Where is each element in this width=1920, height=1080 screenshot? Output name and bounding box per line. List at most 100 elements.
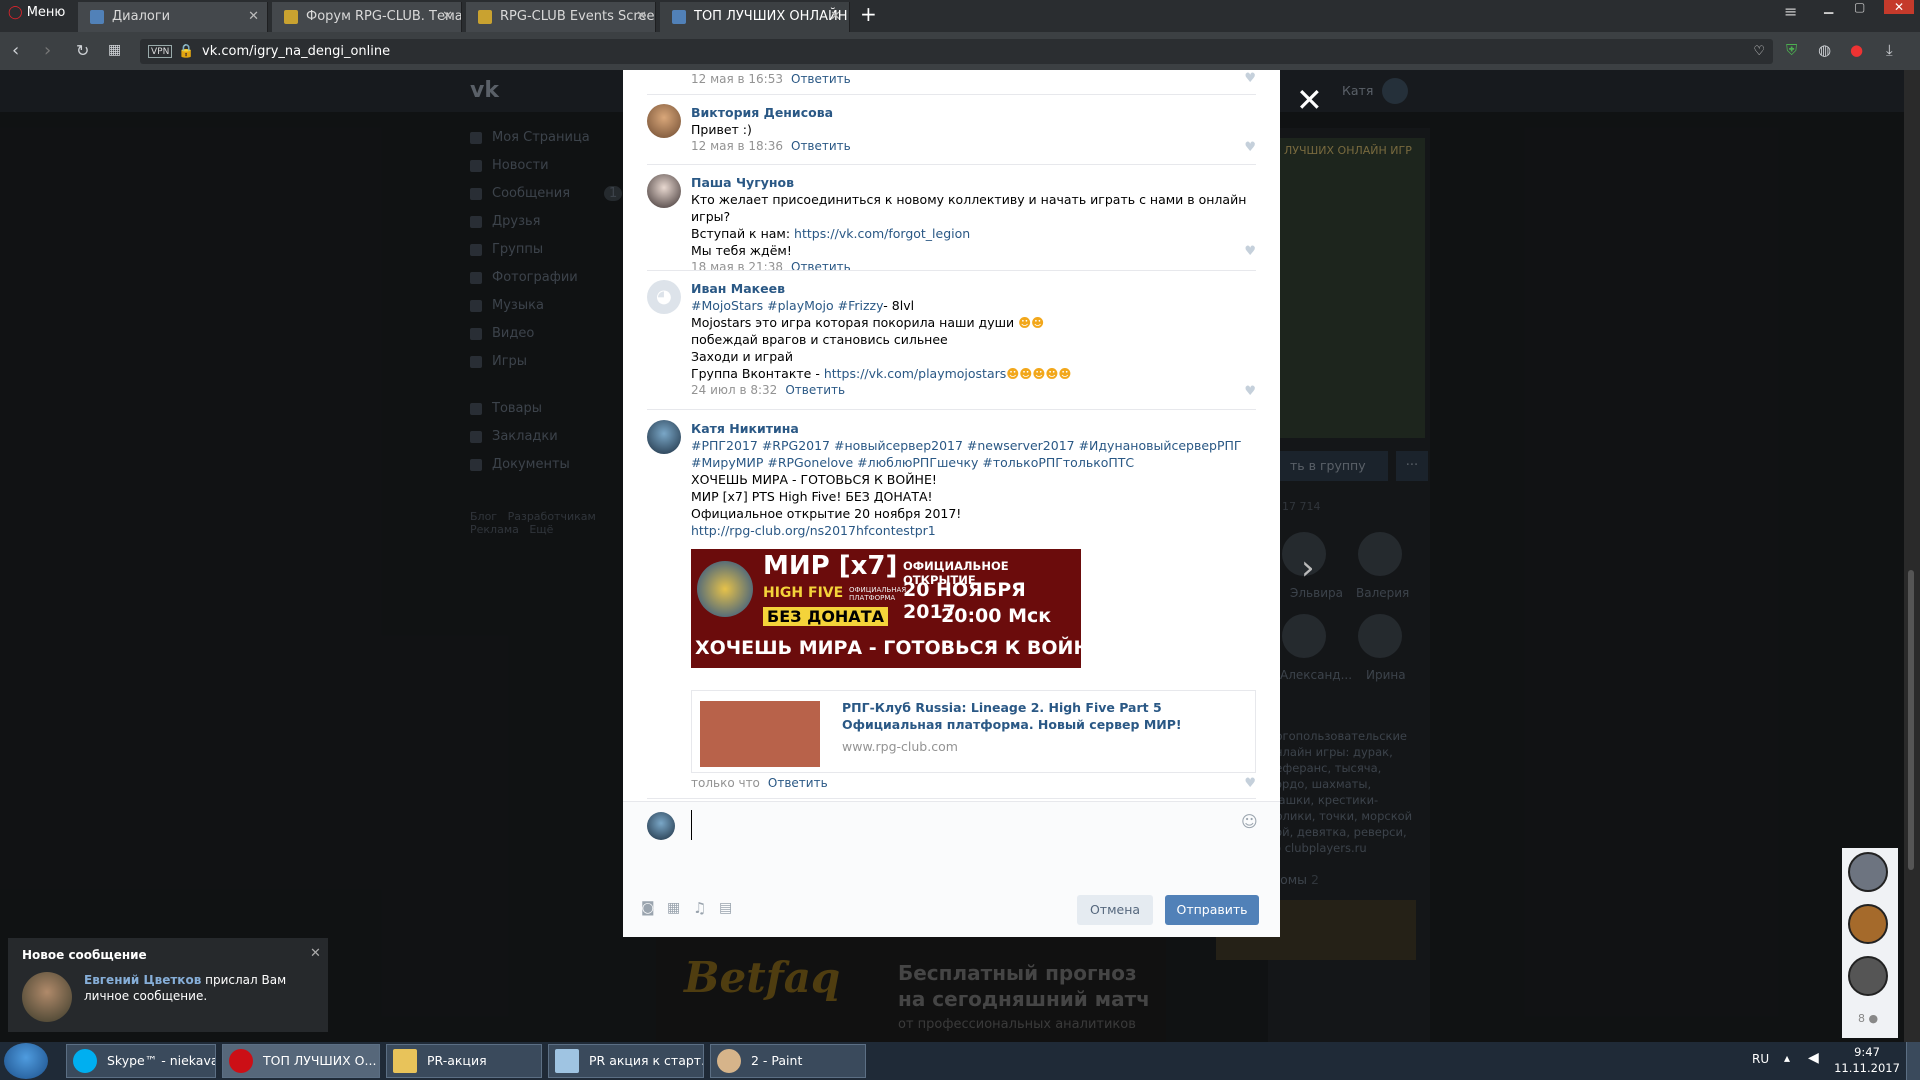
download-icon[interactable]: ⤓ [1886, 41, 1893, 59]
taskbar-item-skype[interactable]: Skype™ - niekava [66, 1044, 216, 1078]
browser-tab-bar: ◯ Меню Диалоги ✕ Форум RPG-CLUB. Тема: F ✕… [0, 0, 1920, 32]
new-message-notification[interactable]: Новое сообщение ✕ Евгений Цветков присла… [8, 938, 328, 1032]
back-arrow-icon[interactable]: ‹ [12, 40, 19, 61]
bookmark-heart-icon[interactable]: ♡ [1753, 39, 1765, 64]
comment-link[interactable]: https://vk.com/playmojostars [824, 366, 1006, 381]
hashtags[interactable]: #МируМИР #RPGonelove #любл​юРПГшечку #то… [691, 454, 1256, 471]
maximize-icon[interactable]: ▢ [1854, 0, 1865, 14]
like-heart-icon[interactable]: ♥ [1244, 244, 1256, 259]
minimize-icon[interactable]: ▁ [1824, 0, 1833, 14]
show-desktop-button[interactable] [1906, 1042, 1920, 1080]
camera-icon[interactable]: ◙ [641, 900, 655, 916]
adblock-shield-icon[interactable]: ⛨ [1786, 41, 1797, 59]
globe-icon[interactable]: ◍ [1818, 41, 1831, 59]
sender-avatar[interactable] [22, 972, 72, 1022]
promo-banner-image[interactable]: МИР [x7] HIGH FIVE ОФИЦИАЛЬНАЯ ПЛАТФОРМА… [691, 549, 1081, 668]
comment-text: Привет :) [691, 122, 752, 137]
cancel-button[interactable]: Отмена [1077, 895, 1153, 925]
banner-subbrand: HIGH FIVE [763, 585, 844, 601]
close-window-icon[interactable]: ✕ [1884, 0, 1915, 14]
url-field[interactable]: VPN 🔒 vk.com/igry_na_dengi_online ♡ [140, 39, 1773, 64]
music-note-icon[interactable]: ♫ [693, 899, 706, 917]
comment-author[interactable]: Катя Никитина [691, 420, 1256, 437]
notification-sender[interactable]: Евгений Цветков [84, 973, 201, 987]
reply-link[interactable]: Ответить [785, 383, 845, 397]
like-heart-icon[interactable]: ♥ [1244, 776, 1256, 791]
emoji-smiley-icon[interactable]: ☺ [1241, 812, 1258, 831]
modal-close-icon[interactable]: ✕ [1296, 84, 1323, 116]
text-suffix: - 8lvl [883, 298, 915, 313]
clock-date: 11.11.2017 [1834, 1061, 1900, 1075]
chat-avatar[interactable] [1848, 852, 1888, 892]
new-tab-plus-icon[interactable]: + [860, 2, 877, 26]
comment-link[interactable]: https://vk.com/forgot_legion [794, 226, 970, 241]
comment-author[interactable]: Паша Чугунов [691, 174, 1256, 191]
tab-close-icon[interactable]: ✕ [248, 2, 259, 32]
link-snippet[interactable]: РПГ-Клуб Russia: Lineage 2. High Five Pa… [691, 690, 1256, 773]
chat-avatar[interactable] [1848, 956, 1888, 996]
banner-slogan: ХОЧЕШЬ МИРА - ГОТОВЬСЯ К ВОЙНЕ [695, 637, 1081, 659]
tab-vk-active[interactable]: ТОП ЛУЧШИХ ОНЛАЙН И ✕ [660, 2, 850, 32]
notification-close-icon[interactable]: ✕ [310, 946, 321, 961]
reply-link[interactable]: Ответить [768, 776, 828, 790]
speed-dial-icon[interactable]: ▦ [108, 42, 121, 58]
taskbar-item-folder[interactable]: PR-акция [386, 1044, 542, 1078]
tab-dialogs[interactable]: Диалоги ✕ [78, 2, 268, 32]
chat-avatar[interactable] [1848, 904, 1888, 944]
comment-time[interactable]: 18 мая в 21:38 [691, 260, 783, 274]
scrollbar-thumb[interactable] [1908, 570, 1914, 870]
vk-favicon-icon [672, 10, 686, 24]
avatar[interactable] [647, 104, 681, 138]
person-icon: ● [1868, 1012, 1879, 1025]
online-count[interactable]: 8 ● [1858, 1012, 1878, 1025]
like-heart-icon[interactable]: ♥ [1244, 140, 1256, 155]
comment-time[interactable]: только что [691, 776, 760, 790]
taskbar-item-notepad[interactable]: PR акция к старт... [548, 1044, 704, 1078]
taskbar-item-paint[interactable]: 2 - Paint [710, 1044, 866, 1078]
video-icon[interactable]: ▦ [667, 900, 680, 916]
taskbar-item-opera[interactable]: ТОП ЛУЧШИХ О... [222, 1044, 380, 1078]
next-arrow-icon[interactable]: › [1301, 548, 1315, 588]
comment-time[interactable]: 12 мая в 18:36 [691, 139, 783, 153]
like-heart-icon[interactable]: ♥ [1244, 71, 1256, 86]
opera-icon [229, 1049, 253, 1073]
like-heart-icon[interactable]: ♥ [1244, 384, 1256, 399]
comment-text: Официальное открытие 20 ноября 2017! [691, 506, 962, 521]
extension-icon[interactable]: ● [1850, 41, 1863, 59]
forward-arrow-icon[interactable]: › [44, 40, 51, 61]
tab-events[interactable]: RPG-CLUB Events Screenst✕ [466, 2, 656, 32]
page-scrollbar[interactable] [1904, 70, 1920, 1042]
tab-close-icon[interactable]: ✕ [442, 2, 453, 32]
comment-time[interactable]: 12 мая в 16:53 [691, 72, 783, 86]
comment-author[interactable]: Виктория Денисова [691, 104, 1256, 121]
volume-icon[interactable]: ◀ [1808, 1050, 1819, 1066]
tray-arrow-icon[interactable]: ▴ [1784, 1051, 1790, 1065]
comment-time[interactable]: 24 июл в 8:32 [691, 383, 777, 397]
tab-menu-icon[interactable]: ≡ [1784, 2, 1797, 21]
tab-close-icon[interactable]: ✕ [636, 2, 647, 32]
snippet-title[interactable]: РПГ-Клуб Russia: Lineage 2. High Five Pa… [842, 699, 1222, 733]
comment-item: Паша Чугунов Кто желает присоединиться к… [647, 174, 1256, 274]
language-indicator[interactable]: RU [1752, 1052, 1769, 1066]
reply-link[interactable]: Ответить [791, 260, 851, 274]
reply-input[interactable] [691, 810, 1211, 840]
browser-menu-button[interactable]: ◯ Меню [8, 5, 65, 20]
document-icon[interactable]: ▤ [719, 900, 732, 916]
comment-text: Вступай к нам: https://vk.com/forgot_leg… [691, 225, 1256, 242]
tab-forum[interactable]: Форум RPG-CLUB. Тема: F ✕ [272, 2, 462, 32]
tab-close-icon[interactable]: ✕ [830, 2, 841, 32]
hashtags[interactable]: #РПГ2017 #RPG2017 #новыйсервер2017 #news… [691, 437, 1256, 454]
reload-icon[interactable]: ↻ [76, 41, 89, 60]
comment-link[interactable]: http://rpg-club.org/ns2017hfcontestpr1 [691, 522, 1256, 539]
avatar[interactable] [647, 174, 681, 208]
reply-link[interactable]: Ответить [791, 139, 851, 153]
vpn-badge[interactable]: VPN [148, 45, 173, 58]
hashtags[interactable]: #MojoStars #playMojo #Frizzy [691, 298, 883, 313]
start-button-icon[interactable] [4, 1043, 48, 1079]
tray-clock[interactable]: 9:47 11.11.2017 [1834, 1044, 1900, 1076]
avatar[interactable]: ◕ [647, 280, 681, 314]
reply-link[interactable]: Ответить [791, 72, 851, 86]
comment-author[interactable]: Иван Макеев [691, 280, 1256, 297]
send-button[interactable]: Отправить [1165, 895, 1259, 925]
avatar[interactable] [647, 420, 681, 454]
